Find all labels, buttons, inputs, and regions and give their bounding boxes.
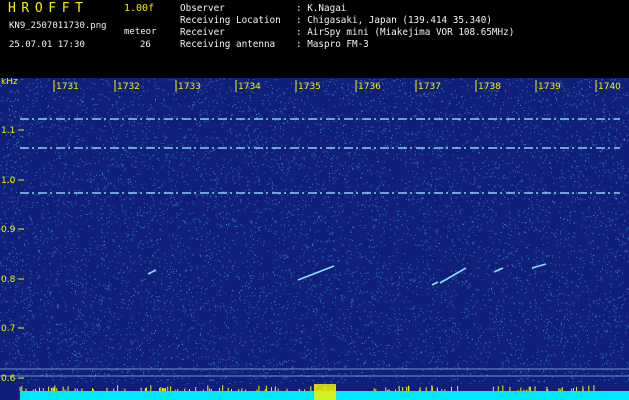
time-tick-label: 1731 — [56, 82, 79, 92]
y-tick-label: 0.8 — [1, 275, 16, 285]
antenna-key: Receiving antenna — [180, 39, 276, 50]
meteor-count-value: 26 — [140, 40, 151, 50]
receiver-value: : AirSpy mini (Miakejima VOR 108.65MHz) — [296, 27, 515, 38]
app-name: HROFFT — [8, 1, 89, 16]
observer-value: : K.Nagai — [296, 3, 347, 14]
y-axis-unit: kHz — [1, 78, 18, 87]
time-tick-label: 1740 — [598, 82, 621, 92]
baseline-burst — [314, 384, 336, 400]
observer-key: Observer — [180, 3, 225, 14]
spectrogram-plot: kHz 1.1 1.0 0.9 0.8 0.7 0.6 1731 1732 1733 1734 173… — [0, 78, 629, 400]
y-tick-label: 0.7 — [1, 324, 15, 334]
location-key: Receiving Location — [180, 15, 281, 26]
location-value: : Chigasaki, Japan (139.414 35.340) — [296, 15, 492, 26]
meteor-count-label: meteor — [124, 27, 157, 37]
y-tick-label: 1.1 — [1, 126, 15, 136]
time-tick-label: 1735 — [298, 82, 321, 92]
time-tick-label: 1737 — [418, 82, 441, 92]
time-tick-label: 1739 — [538, 82, 561, 92]
datetime-label: 25.07.01 17:30 — [9, 40, 85, 50]
y-tick-label: 0.9 — [1, 225, 16, 235]
time-tick-label: 1738 — [478, 82, 501, 92]
receiver-key: Receiver — [180, 27, 225, 38]
y-tick-label: 1.0 — [1, 176, 16, 186]
y-tick-label: 0.6 — [1, 374, 16, 384]
version-label: 1.00f — [124, 3, 155, 14]
time-tick-label: 1732 — [117, 82, 140, 92]
time-tick-label: 1736 — [358, 82, 381, 92]
time-tick-label: 1733 — [178, 82, 201, 92]
antenna-value: : Maspro FM-3 — [296, 39, 369, 50]
time-tick-label: 1734 — [238, 82, 261, 92]
filename-label: KN9_2507011730.png — [9, 21, 107, 31]
header-panel: HROFFT 1.00f KN9_2507011730.png meteor 2… — [0, 0, 629, 78]
